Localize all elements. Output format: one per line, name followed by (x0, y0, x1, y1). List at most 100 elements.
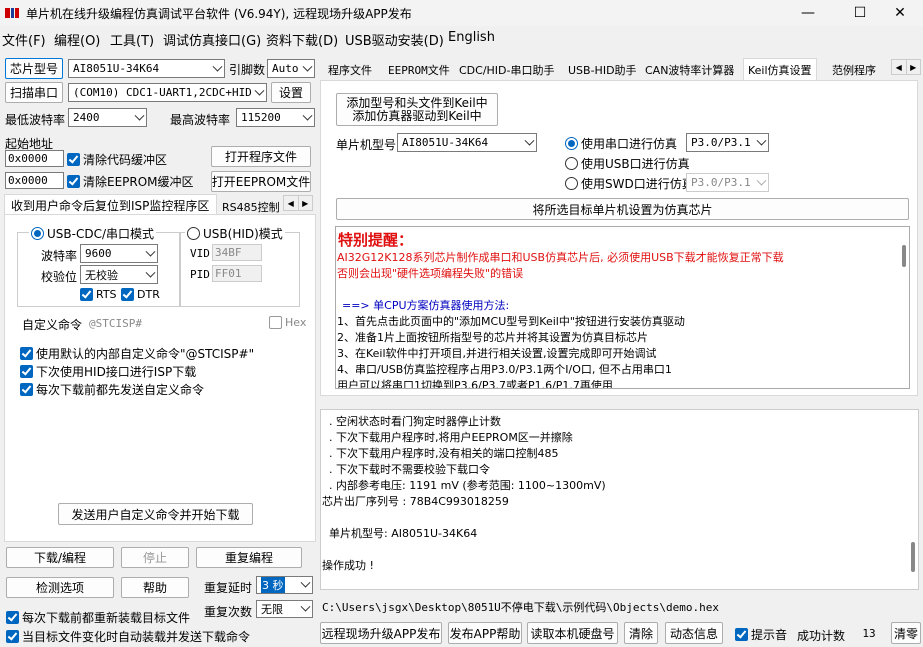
repeat-count-select[interactable]: 无限 (256, 600, 313, 618)
baud-select[interactable]: 9600 (80, 244, 158, 263)
right-tab-scroller[interactable]: ◀ ▶ (891, 59, 921, 75)
tab-program-file[interactable]: 程序文件 (324, 60, 376, 80)
window-title: 单片机在线升级编程仿真调试平台软件 (V6.94Y), 远程现场升级APP发布 (26, 7, 412, 21)
vid-input[interactable]: 34BF (212, 244, 262, 261)
usb-hid-radio[interactable]: USB(HID)模式 (185, 225, 285, 242)
hint-scrollbar[interactable] (902, 245, 906, 267)
chevron-down-icon (300, 577, 311, 588)
port-value: (COM10) CDC1-UART1,2CDC+HID (73, 86, 252, 99)
use-hid-next-label: 下次使用HID接口进行ISP下载 (36, 365, 197, 379)
min-baud-select[interactable]: 2400 (68, 108, 147, 127)
repeat-delay-select[interactable]: 3 秒 (256, 576, 313, 594)
menu-debug[interactable]: 调试仿真接口(G) (163, 30, 261, 49)
dynamic-info-button[interactable]: 动态信息 (665, 622, 723, 644)
keil-chip-select[interactable]: AI8051U-34K64 (397, 133, 537, 152)
tab-keil-settings[interactable]: Keil仿真设置 (743, 58, 817, 80)
menu-program[interactable]: 编程(O) (54, 30, 100, 49)
scan-port-button[interactable]: 扫描串口 (5, 82, 63, 103)
reload-before-download-checkbox[interactable]: 每次下载前都重新装载目标文件 (6, 609, 190, 626)
chevron-left-icon[interactable]: ◀ (892, 60, 907, 74)
reset-isp-tab[interactable]: 收到用户命令后复位到ISP监控程序区 (4, 194, 217, 214)
set-target-chip-button[interactable]: 将所选目标单片机设置为仿真芯片 (336, 198, 909, 220)
uart-port-value: P3.0/P3.1 (691, 136, 751, 149)
hint-step-1: 1、首先点击此页面中的"添加MCU型号到Keil中"按钮进行安装仿真驱动 (337, 315, 685, 328)
rts-checkbox[interactable]: RTS (80, 288, 117, 301)
max-baud-select[interactable]: 115200 (236, 108, 315, 127)
publish-help-button[interactable]: 发布APP帮助 (448, 622, 522, 644)
log-area[interactable]: . 空闲状态时看门狗定时器停止计数 . 下次下载用户程序时,将用户EEPROM区… (320, 409, 919, 590)
hex-checkbox[interactable]: Hex (269, 316, 306, 329)
radio-unselected-icon (565, 177, 578, 190)
usb-cdc-radio[interactable]: USB-CDC/串口模式 (29, 225, 157, 242)
clear-code-buffer-checkbox[interactable]: 清除代码缓冲区 (67, 151, 167, 168)
help-button[interactable]: 帮助 (121, 577, 189, 598)
uart-port-select[interactable]: P3.0/P3.1 (686, 133, 769, 152)
pid-input[interactable]: FF01 (212, 265, 262, 282)
min-baud-label: 最低波特率 (5, 113, 66, 127)
add-to-keil-button[interactable]: 添加型号和头文件到Keil中 添加仿真器驱动到Keil中 (336, 93, 498, 126)
menu-tools[interactable]: 工具(T) (110, 30, 154, 49)
checkbox-checked-icon (20, 383, 33, 396)
left-tab-scroller[interactable]: ◀ ▶ (283, 195, 313, 211)
chevron-left-icon[interactable]: ◀ (284, 196, 299, 210)
menu-english[interactable]: English (448, 30, 495, 45)
code-start-addr-input[interactable]: 0x0000 (5, 150, 64, 167)
tab-examples[interactable]: 范例程序 (828, 60, 880, 80)
port-select[interactable]: (COM10) CDC1-UART1,2CDC+HID (68, 83, 267, 102)
beep-checkbox[interactable]: 提示音 (735, 626, 787, 643)
chip-type-button[interactable]: 芯片型号 (5, 58, 63, 79)
tab-can-baud[interactable]: CAN波特率计算器 (641, 60, 738, 80)
tab-cdc-hid-serial[interactable]: CDC/HID-串口助手 (455, 60, 559, 80)
log-line: . 下次下载用户程序时,没有相关的端口控制485 (322, 447, 559, 460)
swd-port-select[interactable]: P3.0/P3.1 (686, 173, 769, 192)
log-scrollbar[interactable] (911, 542, 915, 572)
chevron-down-icon (302, 61, 313, 72)
send-before-download-label: 每次下载前都先发送自定义命令 (36, 383, 205, 397)
rs485-tab[interactable]: RS485控制 (222, 199, 280, 215)
stop-button[interactable]: 停止 (121, 547, 189, 568)
eeprom-start-addr-input[interactable]: 0x0000 (5, 172, 64, 189)
hint-blue: ==> 单CPU方案仿真器使用方法: (342, 299, 510, 312)
use-usb-radio[interactable]: 使用USB口进行仿真 (565, 155, 690, 172)
reprogram-button[interactable]: 重复编程 (196, 547, 302, 568)
clear-log-button[interactable]: 清除 (624, 622, 658, 644)
chevron-right-icon[interactable]: ▶ (907, 60, 921, 74)
checkbox-checked-icon (6, 611, 19, 624)
dtr-checkbox[interactable]: DTR (121, 288, 160, 301)
pin-count-value: Auto (272, 62, 299, 75)
pin-count-select[interactable]: Auto (267, 59, 315, 78)
log-line: . 下次下载用户程序时,将用户EEPROM区一并擦除 (322, 431, 573, 444)
chip-type-select[interactable]: AI8051U-34K64 (68, 59, 225, 78)
clear-eeprom-buffer-checkbox[interactable]: 清除EEPROM缓冲区 (67, 173, 194, 190)
use-default-cmd-checkbox[interactable]: 使用默认的内部自定义命令"@STCISP#" (20, 345, 254, 362)
menu-usb-driver[interactable]: USB驱动安装(D) (345, 30, 444, 49)
tab-usb-hid[interactable]: USB-HID助手 (564, 60, 641, 80)
chevron-down-icon (756, 175, 767, 186)
hint-red-2: 否则会出现"硬件选项编程失败"的错误 (337, 267, 524, 280)
tab-eeprom-file[interactable]: EEPROM文件 (384, 60, 454, 80)
use-hid-next-checkbox[interactable]: 下次使用HID接口进行ISP下载 (20, 363, 196, 380)
custom-cmd-input[interactable]: @STCISP# (89, 317, 142, 330)
menu-download[interactable]: 资料下载(D) (266, 30, 338, 49)
parity-select[interactable]: 无校验 (80, 265, 158, 284)
beep-label: 提示音 (751, 628, 788, 642)
send-before-download-checkbox[interactable]: 每次下载前都先发送自定义命令 (20, 381, 204, 398)
open-program-file-button[interactable]: 打开程序文件 (211, 146, 311, 167)
chevron-right-icon[interactable]: ▶ (299, 196, 313, 210)
check-options-button[interactable]: 检测选项 (6, 577, 114, 598)
send-custom-cmd-button[interactable]: 发送用户自定义命令并开始下载 (58, 503, 253, 525)
add-to-keil-line1: 添加型号和头文件到Keil中 (346, 95, 488, 110)
chevron-down-icon (524, 135, 535, 146)
open-eeprom-file-button[interactable]: 打开EEPROM文件 (211, 171, 311, 192)
minimize-button[interactable]: — (785, 0, 831, 26)
download-button[interactable]: 下载/编程 (6, 547, 114, 568)
menu-file[interactable]: 文件(F) (2, 30, 46, 49)
auto-load-on-change-checkbox[interactable]: 当目标文件变化时自动装载并发送下载命令 (6, 628, 250, 645)
read-disk-button[interactable]: 读取本机硬盘号 (527, 622, 618, 644)
settings-button[interactable]: 设置 (271, 82, 311, 103)
use-swd-radio[interactable]: 使用SWD口进行仿真 (565, 175, 694, 192)
remote-upgrade-button[interactable]: 远程现场升级APP发布 (320, 622, 442, 644)
close-button[interactable]: ✕ (877, 0, 923, 26)
use-uart-radio[interactable]: 使用串口进行仿真 (565, 135, 677, 152)
reset-count-button[interactable]: 清零 (891, 622, 921, 644)
